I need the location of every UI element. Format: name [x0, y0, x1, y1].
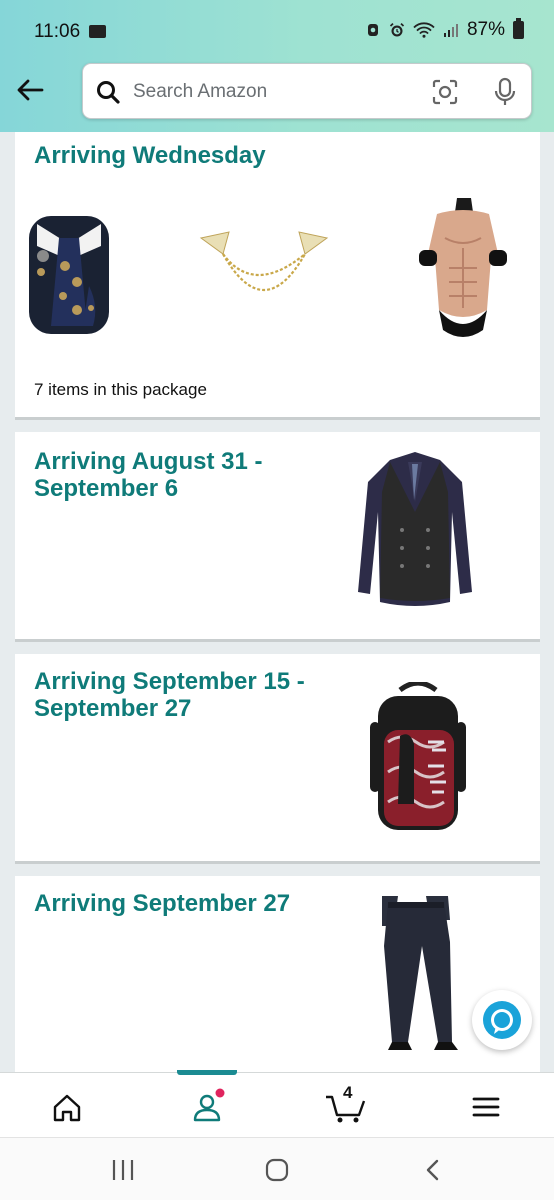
alexa-icon — [483, 1001, 521, 1039]
shipment-title-line: Arriving September 15 - — [34, 668, 305, 695]
home-icon[interactable] — [47, 1087, 87, 1127]
shipment-card[interactable]: Arriving August 31 - September 6 — [15, 432, 540, 642]
shipment-title: Arriving September 27 — [34, 890, 290, 917]
recent-apps-icon[interactable] — [108, 1156, 138, 1184]
system-navigation-bar — [0, 1137, 554, 1200]
cart-button[interactable]: 4 — [323, 1083, 369, 1127]
product-image-dress-pants[interactable] — [368, 896, 468, 1052]
package-item-count: 7 items in this package — [34, 380, 207, 399]
shipment-card[interactable]: Arriving September 27 — [15, 876, 540, 1072]
status-time: 11:06 — [34, 21, 81, 42]
alexa-button[interactable] — [472, 990, 532, 1050]
system-back-icon[interactable] — [418, 1156, 448, 1184]
shipment-card[interactable]: Arriving September 15 - September 27 — [15, 654, 540, 864]
shipment-title-line: Arriving September 27 — [34, 890, 291, 917]
signal-icon — [443, 24, 458, 37]
menu-icon[interactable] — [466, 1087, 506, 1127]
shipment-card[interactable]: Arriving Wednesday 7 items in this packa… — [15, 132, 540, 420]
product-image-paisley-tie-set[interactable] — [29, 216, 109, 334]
shipment-title: Arriving August 31 - September 6 — [34, 448, 262, 502]
active-tab-indicator — [177, 1070, 237, 1075]
mail-notification-icon — [89, 25, 106, 38]
battery-icon — [513, 18, 524, 39]
status-bar: 11:06 87% — [0, 0, 554, 62]
search-bar[interactable] — [82, 63, 532, 119]
search-icon — [97, 81, 120, 104]
microphone-icon[interactable] — [491, 77, 519, 107]
app-header: 11:06 87% — [0, 0, 554, 132]
product-image-muscle-bodysuit[interactable] — [419, 198, 507, 352]
product-image-double-breasted-vest[interactable] — [350, 452, 480, 612]
shipment-title-line: Arriving Wednesday — [34, 142, 266, 169]
shipment-title-line: September 27 — [34, 695, 192, 722]
cart-count: 4 — [343, 1083, 353, 1102]
account-icon[interactable] — [187, 1087, 227, 1127]
home-system-icon[interactable] — [262, 1156, 292, 1184]
product-image-collar-chain-pin[interactable] — [199, 226, 329, 336]
silent-mode-icon — [367, 24, 378, 36]
shipment-title: Arriving September 15 - September 27 — [34, 668, 305, 722]
bottom-navigation: 4 — [0, 1072, 554, 1137]
alarm-icon — [389, 22, 405, 37]
wifi-icon — [413, 22, 435, 38]
shipment-title-line: Arriving August 31 - — [34, 448, 263, 475]
search-input[interactable] — [133, 76, 413, 108]
shipment-title: Arriving Wednesday — [34, 142, 266, 169]
camera-search-icon[interactable] — [431, 78, 459, 106]
product-image-printed-backpack[interactable] — [370, 682, 466, 832]
back-arrow-icon[interactable] — [14, 74, 46, 106]
shipment-title-line: September 6 — [34, 475, 179, 502]
battery-percent: 87% — [466, 19, 505, 40]
status-right: 87% — [365, 18, 524, 41]
